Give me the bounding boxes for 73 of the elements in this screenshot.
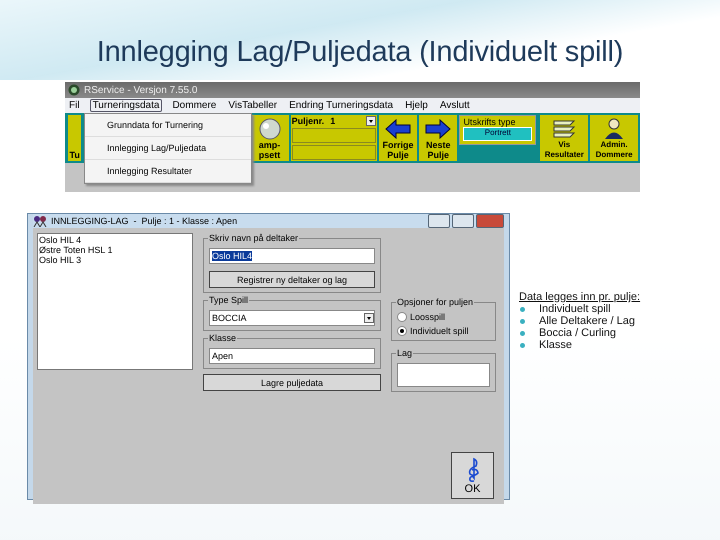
bullet-text: Klasse — [539, 339, 572, 351]
print-type-field[interactable]: Portrett — [463, 127, 532, 141]
bullet-icon — [520, 318, 525, 324]
bullet-icon — [520, 306, 525, 312]
radio-label: Individuelt spill — [410, 326, 469, 336]
minimize-button[interactable] — [428, 214, 450, 228]
button-label: Pulje — [428, 150, 450, 160]
class-field[interactable]: Apen — [209, 348, 375, 364]
button-label: Pulje — [387, 150, 409, 160]
button-label: amp- — [258, 140, 280, 150]
group-label: Type Spill — [208, 295, 250, 305]
notes-heading: Data legges inn pr. pulje: — [519, 291, 640, 303]
menu-item[interactable]: VisTabeller — [226, 100, 280, 111]
pulje-select[interactable]: Puljenr. 1 — [292, 116, 376, 126]
menu-option[interactable]: Innlegging Resultater — [85, 160, 251, 183]
maximize-button[interactable] — [452, 214, 474, 228]
menu-item[interactable]: Avslutt — [438, 100, 472, 111]
button-label: Forrige — [382, 140, 414, 150]
list-item[interactable]: Oslo HIL 4 — [39, 235, 191, 245]
menu-option[interactable]: Grunndata for Turnering — [85, 114, 251, 137]
button-label: Vis — [558, 140, 570, 150]
left-arrow-icon — [384, 118, 412, 140]
toolbar-button[interactable]: amp- psett — [250, 115, 289, 161]
name-field[interactable]: Oslo HIL4 — [209, 248, 375, 264]
type-select[interactable]: BOCCIA — [209, 310, 375, 326]
group-label: Opsjoner for puljen — [396, 297, 474, 307]
button-label: Admin. — [600, 140, 628, 150]
selected-text: Oslo HIL4 — [212, 251, 252, 261]
radio-button[interactable] — [397, 312, 407, 322]
menu-item[interactable]: Turneringsdata — [90, 99, 162, 112]
right-arrow-icon — [424, 118, 452, 140]
button-label: Tu — [70, 150, 80, 160]
register-button[interactable]: Registrer ny deltaker og lag — [209, 271, 375, 288]
menu-item[interactable]: Dommere — [170, 100, 218, 111]
group-label: Utskrifts type — [463, 117, 516, 127]
slide-title: Innlegging Lag/Puljedata (Individuelt spill) — [96, 36, 624, 69]
radio-button[interactable] — [397, 326, 407, 336]
pulje-value: 1 — [330, 116, 336, 126]
button-label: psett — [258, 150, 280, 160]
select-value: BOCCIA — [212, 313, 248, 323]
bullet-icon — [520, 330, 525, 336]
toolbar-button[interactable]: Neste Pulje — [419, 115, 458, 161]
bullet-text: Alle Deltakere / Lag — [539, 315, 635, 327]
window-title: RService - Versjon 7.55.0 — [84, 84, 198, 96]
team-field[interactable] — [397, 363, 490, 387]
menu-item[interactable]: Endring Turneringsdata — [287, 100, 396, 111]
menu-item[interactable]: Hjelp — [403, 100, 430, 111]
button-label: Dommere — [596, 150, 633, 160]
group-label: Lag — [396, 348, 414, 358]
list-item[interactable]: Østre Toten HSL 1 — [39, 245, 191, 255]
radio-label: Loosspill — [410, 312, 446, 322]
menu-option[interactable]: Innlegging Lag/Puljedata — [85, 137, 251, 160]
toolbar-button[interactable]: Forrige Pulje — [378, 115, 418, 161]
print-type-value: Portrett — [484, 128, 511, 139]
save-button[interactable]: Lagre puljedata — [203, 374, 381, 391]
group-label: Skriv navn på deltaker — [208, 233, 300, 243]
button-label: Neste — [426, 140, 451, 150]
field-value: Apen — [212, 351, 234, 361]
ok-button[interactable]: OK — [451, 452, 494, 499]
toolbar-button[interactable]: Vis Resultater — [540, 115, 588, 161]
bullet-text: Individuelt spill — [539, 303, 611, 315]
dialog-title: INNLEGGING-LAG - Pulje : 1 - Klasse : Apen — [51, 216, 238, 226]
group-label: Klasse — [208, 333, 238, 343]
list-item[interactable]: Oslo HIL 3 — [39, 255, 191, 265]
button-label: Resultater — [544, 150, 584, 160]
bullet-icon — [520, 342, 525, 348]
toolbar-button[interactable]: Admin. Dommere — [590, 115, 638, 161]
people-icon — [33, 215, 47, 227]
bullet-text: Boccia / Curling — [539, 327, 616, 339]
pulje-label: Puljenr. — [292, 116, 324, 126]
toolbar-button[interactable]: Tu — [68, 115, 82, 161]
app-icon — [68, 84, 80, 96]
menu-item[interactable]: Fil — [67, 100, 82, 111]
